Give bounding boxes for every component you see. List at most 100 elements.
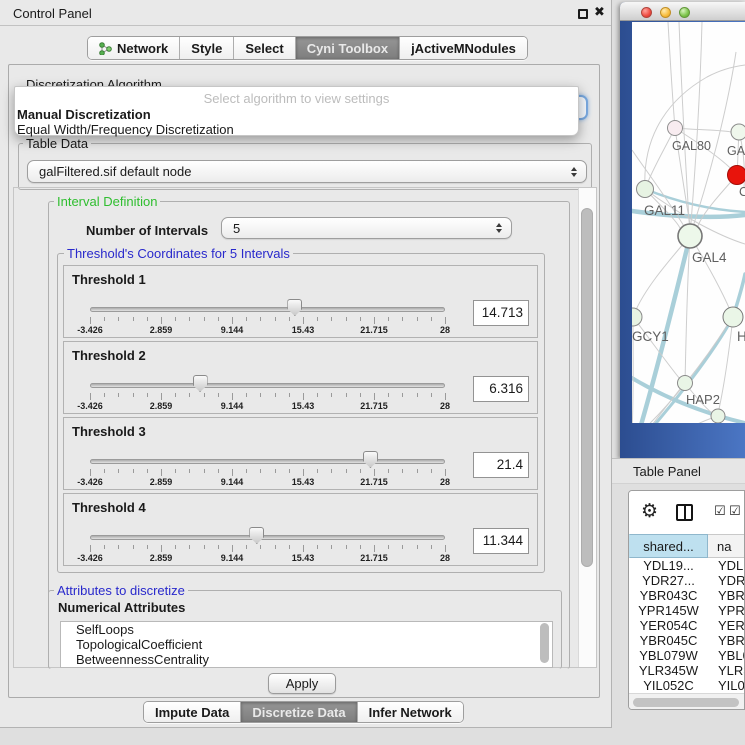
list-item[interactable]: SelfLoops: [61, 622, 552, 637]
slider-tick-mark: [218, 469, 219, 473]
numerical-attributes-list[interactable]: SelfLoopsTopologicalCoefficientBetweenne…: [60, 621, 553, 668]
threshold-value-field[interactable]: 14.713: [473, 300, 529, 326]
dropdown-option-equal-width-frequency[interactable]: Equal Width/Frequency Discretization: [17, 122, 234, 137]
threshold-value-field[interactable]: 6.316: [473, 376, 529, 402]
slider-tick-mark: [445, 545, 446, 552]
threshold-slider-track[interactable]: [90, 307, 445, 312]
minimize-traffic-light-icon[interactable]: [660, 7, 671, 18]
table-row[interactable]: YDR27...YDR2: [629, 573, 745, 588]
horizontal-scrollbar[interactable]: [629, 693, 745, 710]
threshold-value-field[interactable]: 21.4: [473, 452, 529, 478]
zoom-traffic-light-icon[interactable]: [679, 7, 690, 18]
slider-thumb[interactable]: [249, 527, 264, 544]
threshold-label: Threshold 2: [72, 348, 146, 363]
network-icon: [99, 42, 112, 55]
node-h[interactable]: [723, 307, 743, 327]
threshold-slider-track[interactable]: [90, 459, 445, 464]
slider-tick-mark: [388, 469, 389, 473]
threshold-label: Threshold 4: [72, 500, 146, 515]
tab-style[interactable]: Style: [180, 37, 234, 59]
tab-discretize-data[interactable]: Discretize Data: [241, 702, 357, 722]
slider-tick-label: -3.426: [77, 477, 103, 487]
table-row[interactable]: YDL19...YDL1: [629, 558, 745, 573]
slider-thumb[interactable]: [363, 451, 378, 468]
node-gal4[interactable]: [678, 224, 702, 248]
number-of-intervals-combobox[interactable]: 5: [221, 217, 512, 239]
number-of-intervals-label: Number of Intervals: [86, 223, 208, 238]
tab-infer-network[interactable]: Infer Network: [358, 702, 463, 722]
vertical-scrollbar-thumb[interactable]: [581, 208, 593, 567]
slider-tick-label: 28: [440, 477, 450, 487]
slider-tick-mark: [246, 469, 247, 473]
node-gal80[interactable]: [668, 121, 683, 136]
node-label-c: C: [739, 185, 745, 199]
slider-tick-label: 15.43: [292, 401, 315, 411]
table-cell: YLR345W: [629, 663, 708, 678]
network-canvas[interactable]: GAL80GACGAL11GAL4GCY1HHAP2: [632, 22, 745, 423]
tab-jactivemnodules[interactable]: jActiveMNodules: [400, 37, 527, 59]
tab-cyni-toolbox[interactable]: Cyni Toolbox: [296, 37, 400, 59]
node-top-right[interactable]: [731, 124, 745, 140]
slider-tick-mark: [431, 393, 432, 397]
node-red[interactable]: [728, 166, 745, 185]
network-window-titlebar[interactable]: [620, 2, 745, 21]
dropdown-option-manual-discretization[interactable]: Manual Discretization: [17, 107, 151, 122]
node-gal11[interactable]: [637, 181, 654, 198]
horizontal-scrollbar-thumb[interactable]: [633, 698, 739, 707]
list-item[interactable]: TopologicalCoefficient: [61, 637, 552, 652]
list-scrollbar-thumb[interactable]: [540, 623, 549, 663]
table-row[interactable]: YLR345WYLR3: [629, 663, 745, 678]
close-traffic-light-icon[interactable]: [641, 7, 652, 18]
table-row[interactable]: YBL079WYBL0: [629, 648, 745, 663]
table-row[interactable]: YBR045CYBR0: [629, 633, 745, 648]
threshold-slider-track[interactable]: [90, 535, 445, 540]
node-bottom-right[interactable]: [711, 409, 725, 423]
threshold-value-field[interactable]: 11.344: [473, 528, 529, 554]
gear-icon[interactable]: ⚙: [641, 500, 658, 522]
node-hap2[interactable]: [678, 376, 693, 391]
slider-tick-mark: [189, 393, 190, 397]
table-cell: YBR043C: [629, 588, 708, 603]
slider-tick-mark: [374, 545, 375, 552]
table-row[interactable]: YER054CYER0: [629, 618, 745, 633]
tab-network[interactable]: Network: [88, 37, 180, 59]
table-row[interactable]: YBR043CYBR0: [629, 588, 745, 603]
slider-tick-mark: [161, 469, 162, 476]
slider-tick-mark: [175, 545, 176, 549]
table-data-combobox[interactable]: galFiltered.sif default node: [27, 160, 587, 183]
table-cell: YIL0: [708, 678, 745, 693]
tab-select[interactable]: Select: [234, 37, 295, 59]
tab-impute-data[interactable]: Impute Data: [144, 702, 241, 722]
slider-tick-label: 9.144: [221, 477, 244, 487]
slider-tick-mark: [360, 393, 361, 397]
slider-tick-mark: [445, 469, 446, 476]
table-row[interactable]: YIL052CYIL0: [629, 678, 745, 693]
checkbox-icon[interactable]: ☑: [714, 504, 726, 519]
slider-tick-mark: [232, 317, 233, 324]
table-row[interactable]: YPR145WYPR1: [629, 603, 745, 618]
slider-tick-mark: [431, 469, 432, 473]
slider-tick-label: 2.859: [150, 553, 173, 563]
slider-tick-mark: [189, 545, 190, 549]
list-item[interactable]: BetweennessCentrality: [61, 652, 552, 667]
float-window-icon[interactable]: [578, 9, 588, 19]
slider-tick-mark: [303, 545, 304, 552]
tab-label: Network: [117, 41, 168, 56]
column-header-shared[interactable]: shared...: [629, 534, 708, 558]
dropdown-prompt-item[interactable]: Select algorithm to view settings: [15, 91, 578, 106]
slider-thumb[interactable]: [193, 375, 208, 392]
table-cell: YLR3: [708, 663, 745, 678]
node-gcy1[interactable]: [632, 308, 642, 326]
apply-button[interactable]: Apply: [268, 673, 336, 694]
slider-thumb[interactable]: [287, 299, 302, 316]
checkbox-icon[interactable]: ☑: [729, 504, 741, 519]
close-icon[interactable]: ✖: [594, 5, 605, 20]
slider-tick-mark: [147, 393, 148, 397]
slider-tick-mark: [90, 545, 91, 552]
slider-tick-mark: [260, 317, 261, 321]
split-view-icon[interactable]: [676, 504, 693, 521]
column-header-na[interactable]: na: [708, 534, 745, 558]
threshold-slider-track[interactable]: [90, 383, 445, 388]
tab-label: jActiveMNodules: [411, 41, 516, 56]
table-cell: YDL19...: [629, 558, 708, 573]
